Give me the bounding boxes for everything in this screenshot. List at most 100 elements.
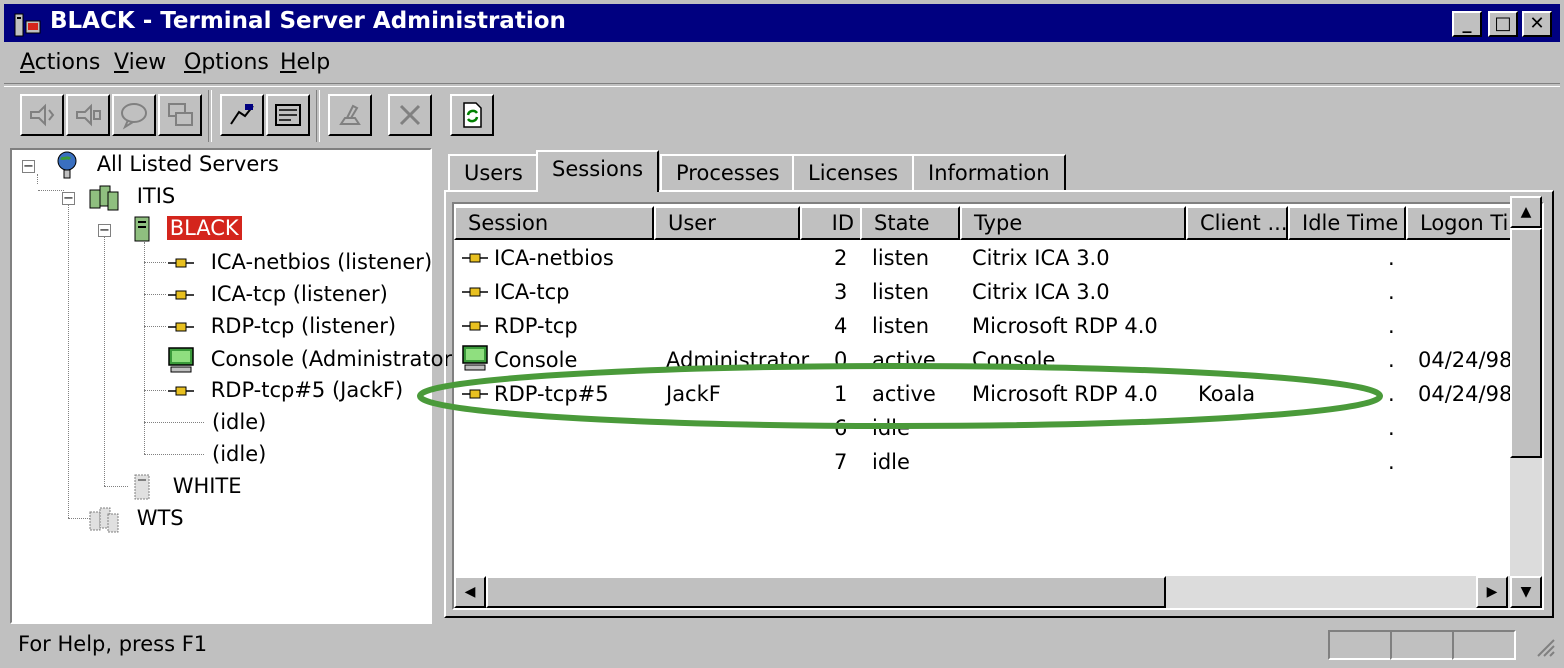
status-text: For Help, press F1: [18, 632, 208, 656]
column-header-session[interactable]: Session: [454, 206, 654, 240]
column-header-type[interactable]: Type: [960, 206, 1186, 240]
cell-user: JackF: [666, 382, 721, 406]
cell-state: active: [872, 382, 936, 406]
remote-control-button[interactable]: [158, 94, 202, 136]
minimize-button[interactable]: _: [1452, 11, 1482, 37]
refresh-icon: [463, 102, 482, 128]
tree-item-white[interactable]: WHITE: [130, 472, 242, 502]
cell-id: 0: [834, 348, 848, 372]
title-bar: BLACK - Terminal Server Administration _…: [4, 4, 1560, 42]
cell-idle-time: .: [1388, 280, 1395, 304]
tab-processes[interactable]: Processes: [660, 154, 796, 190]
tab-sessions[interactable]: Sessions: [536, 150, 660, 192]
menu-view[interactable]: View: [114, 50, 166, 75]
close-button[interactable]: ✕: [1522, 11, 1552, 37]
tree-item-session[interactable]: ICA-tcp (listener): [166, 282, 388, 306]
logoff-icon: [339, 104, 361, 125]
listener-icon: [168, 258, 194, 268]
cell-id: 6: [834, 416, 848, 440]
cell-user: Administrator: [666, 348, 810, 372]
tree-item-session[interactable]: Console (Administrator): [166, 346, 460, 374]
cell-idle-time: .: [1388, 246, 1395, 270]
remote-control-icon: [168, 103, 193, 126]
tree-item-session[interactable]: RDP-tcp (listener): [166, 314, 396, 338]
session-list[interactable]: Session User ID State Type Client ... Id…: [452, 202, 1544, 610]
tree-item-session[interactable]: ICA-netbios (listener): [166, 250, 432, 274]
send-message-button[interactable]: [112, 94, 156, 136]
tree-item-session[interactable]: RDP-tcp#5 (JackF): [166, 378, 403, 402]
connect-icon: [30, 103, 55, 127]
scroll-down-button[interactable]: ▼: [1510, 576, 1542, 608]
cell-session: ICA-tcp: [494, 280, 570, 304]
window-title: BLACK - Terminal Server Administration: [50, 8, 566, 34]
column-header-user[interactable]: User: [654, 206, 800, 240]
tree-item-session[interactable]: (idle): [212, 410, 266, 434]
cell-idle-time: .: [1388, 382, 1395, 406]
tab-information[interactable]: Information: [912, 154, 1066, 190]
cell-logon-time: 04/24/98: [1418, 348, 1513, 372]
connect-button[interactable]: [20, 94, 64, 136]
cell-session: Console: [494, 348, 578, 372]
reset-button[interactable]: [220, 94, 264, 136]
domain-offline-icon: [89, 507, 119, 533]
toolbar-divider: [208, 90, 212, 142]
cell-type: Microsoft RDP 4.0: [972, 314, 1158, 338]
cell-session: RDP-tcp#5: [494, 382, 609, 406]
menu-options[interactable]: Options: [184, 50, 269, 75]
server-offline-icon: [134, 474, 150, 500]
cell-type: Citrix ICA 3.0: [972, 280, 1110, 304]
menu-help[interactable]: Help: [280, 50, 330, 75]
scroll-left-button[interactable]: ◀: [454, 576, 486, 608]
maximize-button[interactable]: □: [1488, 11, 1518, 37]
cell-idle-time: .: [1388, 416, 1395, 440]
column-header-id[interactable]: ID: [800, 206, 862, 240]
disconnect-button[interactable]: [66, 94, 110, 136]
cell-state: idle: [872, 450, 910, 474]
resize-grip-icon[interactable]: [1534, 636, 1556, 658]
tree-item-black[interactable]: BLACK: [130, 214, 242, 244]
tab-users[interactable]: Users: [448, 154, 539, 190]
tree-item-session[interactable]: (idle): [212, 442, 266, 466]
pane-splitter[interactable]: [434, 148, 440, 624]
tree-item-itis[interactable]: ITIS: [88, 182, 175, 212]
cell-id: 3: [834, 280, 848, 304]
cell-session: ICA-netbios: [494, 246, 614, 270]
console-icon: [168, 347, 194, 373]
status-pane: [1452, 630, 1516, 660]
logoff-button[interactable]: [328, 94, 372, 136]
server-tree[interactable]: − − − All Listed Servers ITIS BLACK ICA-…: [10, 148, 460, 624]
cell-logon-time: 04/24/98: [1418, 382, 1513, 406]
horizontal-scrollbar[interactable]: ◀ ▶: [454, 576, 1510, 608]
cell-type: Microsoft RDP 4.0: [972, 382, 1158, 406]
cell-id: 7: [834, 450, 848, 474]
column-header-idle-time[interactable]: Idle Time: [1288, 206, 1406, 240]
cell-type: Console: [972, 348, 1056, 372]
tree-item-wts[interactable]: WTS: [88, 504, 184, 534]
end-process-button[interactable]: [388, 94, 432, 136]
tree-collapse-itis[interactable]: −: [62, 192, 75, 205]
vertical-scrollbar[interactable]: ▲ ▼: [1510, 196, 1542, 608]
tree-collapse-black[interactable]: −: [98, 224, 111, 237]
scroll-right-button[interactable]: ▶: [1476, 576, 1508, 608]
listener-icon: [168, 322, 194, 332]
status-pane: [1328, 630, 1392, 660]
scroll-up-button[interactable]: ▲: [1510, 196, 1542, 228]
console-icon: [462, 345, 488, 371]
send-message-icon: [121, 103, 147, 130]
column-header-state[interactable]: State: [860, 206, 960, 240]
tree-collapse-root[interactable]: −: [22, 160, 35, 173]
refresh-button[interactable]: [450, 94, 494, 136]
vertical-scroll-thumb[interactable]: [1510, 228, 1542, 458]
server-icon: [134, 216, 150, 242]
menu-actions[interactable]: Actions: [20, 50, 100, 75]
end-process-icon: [399, 104, 421, 126]
tree-item-all-servers[interactable]: All Listed Servers: [54, 150, 279, 180]
column-header-client[interactable]: Client ...: [1186, 206, 1288, 240]
menu-bar: Actions View Options Help: [4, 46, 1560, 82]
tab-licenses[interactable]: Licenses: [792, 154, 915, 190]
horizontal-scroll-thumb[interactable]: [486, 576, 1166, 608]
session-icon: [462, 389, 488, 399]
status-button[interactable]: [266, 94, 310, 136]
listener-icon: [168, 290, 194, 300]
cell-state: active: [872, 348, 936, 372]
